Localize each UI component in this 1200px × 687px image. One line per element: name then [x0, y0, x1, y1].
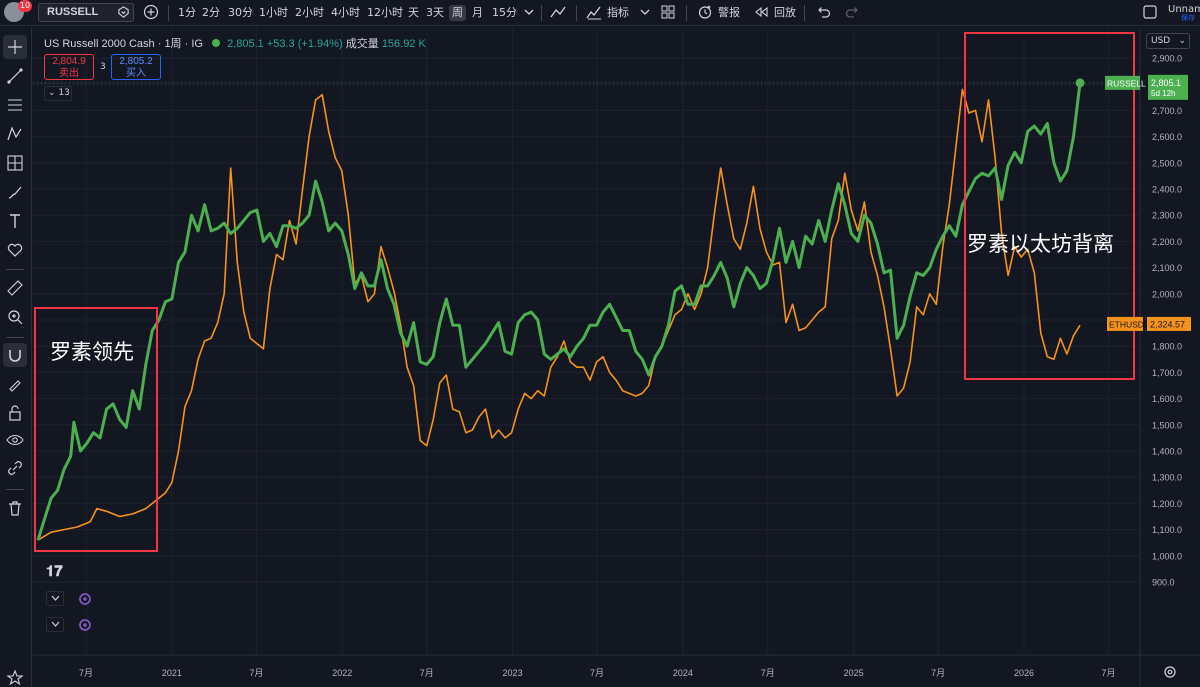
y-tick-label: 1,000.0	[1152, 551, 1182, 561]
spread-value: 3	[100, 62, 106, 72]
buy-label: 买入	[126, 68, 146, 79]
y-tick-label: 2,300.0	[1152, 211, 1182, 221]
x-tick-label: 2024	[673, 668, 693, 678]
volume-label: 成交量	[345, 38, 379, 50]
x-tick-label: 7月	[79, 668, 93, 678]
legend-change: +53.3 (+1.94%)	[266, 38, 343, 50]
eth-name-text: ETHUSD	[1109, 319, 1144, 329]
x-tick-label: 7月	[420, 668, 434, 678]
sell-price: 2,804.9	[52, 56, 86, 67]
annotation-russell-leads: 罗素领先	[50, 340, 134, 364]
y-tick-label: 2,600.0	[1152, 132, 1182, 142]
y-tick-label: 1,200.0	[1152, 499, 1182, 509]
chart-legend: US Russell 2000 Cash · 1周 · IG 2,805.1 +…	[44, 35, 426, 51]
sync-icon[interactable]	[78, 592, 92, 606]
expand-pane-button[interactable]	[46, 591, 64, 606]
x-tick-label: 7月	[590, 668, 604, 678]
status-dot	[212, 39, 221, 47]
time-axis: 7月 2021 7月 2022 7月 2023 7月 2024 7月 2025 7月 2026 7月	[79, 668, 1115, 678]
sell-button[interactable]: 2,804.9 卖出	[44, 54, 94, 80]
y-tick-label: 1,100.0	[1152, 525, 1182, 535]
y-tick-label: 1,500.0	[1152, 420, 1182, 430]
x-tick-label: 7月	[931, 668, 945, 678]
y-tick-label: 900.0	[1152, 578, 1175, 588]
annotation-divergence: 罗素以太坊背离	[967, 232, 1114, 256]
x-tick-label: 2022	[332, 668, 352, 678]
y-tick-label: 2,000.0	[1152, 289, 1182, 299]
settings-gear-icon[interactable]	[1162, 664, 1178, 680]
y-tick-label: 2,400.0	[1152, 185, 1182, 195]
expand-pane-button[interactable]	[46, 617, 64, 632]
y-tick-label: 1,700.0	[1152, 368, 1182, 378]
y-tick-label: 2,200.0	[1152, 237, 1182, 247]
x-tick-label: 7月	[761, 668, 775, 678]
russell-name-text: RUSSELL	[1107, 78, 1146, 88]
x-tick-label: 7月	[1101, 668, 1115, 678]
y-tick-label: 2,900.0	[1152, 54, 1182, 64]
chevron-down-icon: ⌄	[1178, 36, 1186, 46]
y-tick-label: 2,700.0	[1152, 106, 1182, 116]
y-tick-label: 2,500.0	[1152, 158, 1182, 168]
x-tick-label: 2021	[162, 668, 182, 678]
volume-value: 156.92 K	[381, 38, 426, 50]
x-tick-label: 2026	[1014, 668, 1034, 678]
sell-label: 卖出	[59, 68, 79, 79]
chart-grid	[33, 28, 1200, 687]
x-tick-label: 2025	[844, 668, 864, 678]
series-end-marker	[1075, 78, 1085, 88]
y-tick-label: 1,800.0	[1152, 342, 1182, 352]
legend-price: 2,805.1	[227, 38, 264, 50]
x-tick-label: 2023	[503, 668, 523, 678]
x-tick-label: 7月	[249, 668, 263, 678]
chevron-down-icon	[51, 621, 60, 627]
currency-label: USD	[1151, 36, 1171, 46]
y-tick-label: 1,400.0	[1152, 447, 1182, 457]
russell-countdown-text: 5d 12h	[1151, 89, 1175, 98]
tradingview-logo: 𝟏𝟕	[46, 562, 63, 580]
buy-price: 2,805.2	[119, 56, 153, 67]
russell-price-text: 2,805.1	[1151, 78, 1181, 88]
y-tick-label: 2,100.0	[1152, 263, 1182, 273]
plot-background	[33, 28, 1140, 655]
sync-icon[interactable]	[78, 618, 92, 632]
eth-price-text: 2,324.57	[1150, 319, 1185, 329]
legend-title: US Russell 2000 Cash · 1周 · IG	[44, 38, 203, 50]
chevron-down-icon	[51, 595, 60, 601]
currency-select[interactable]: USD ⌄	[1146, 33, 1190, 49]
buy-button[interactable]: 2,805.2 买入	[111, 54, 161, 80]
indicator-count: 13	[58, 88, 70, 98]
y-tick-label: 1,300.0	[1152, 473, 1182, 483]
collapse-indicators-button[interactable]: ⌄ 13	[44, 86, 72, 101]
price-chart[interactable]: 900.0 1,000.0 1,100.0 1,200.0 1,300.0 1,400.0…	[0, 0, 1200, 687]
y-tick-label: 1,600.0	[1152, 394, 1182, 404]
